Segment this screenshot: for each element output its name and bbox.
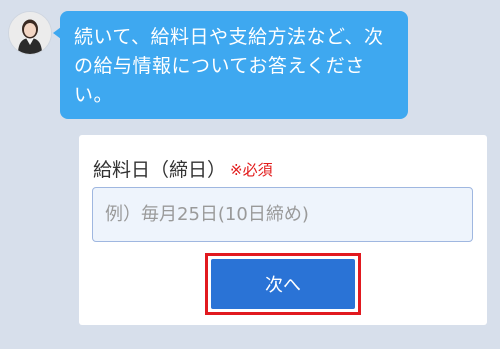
operator-avatar-icon [9, 12, 51, 54]
chat-message-bubble: 続いて、給料日や支給方法など、次 の給与情報についてお答えくださ い。 [53, 11, 408, 119]
next-button-highlight: 次へ [205, 253, 361, 315]
required-mark: ※必須 [230, 161, 273, 179]
next-button[interactable]: 次へ [211, 259, 355, 309]
payday-label-text: 給料日（締日） [93, 159, 227, 181]
chat-message-line: の給与情報についてお答えくださ [74, 55, 365, 77]
chat-message-line: い。 [74, 84, 114, 106]
operator-avatar [8, 11, 52, 55]
payday-input[interactable] [92, 187, 473, 242]
payday-label: 給料日（締日） ※必須 [93, 155, 273, 182]
chat-message-line: 続いて、給料日や支給方法など、次 [74, 26, 384, 48]
payday-form-card: 給料日（締日）※必須 次へ [79, 135, 487, 325]
